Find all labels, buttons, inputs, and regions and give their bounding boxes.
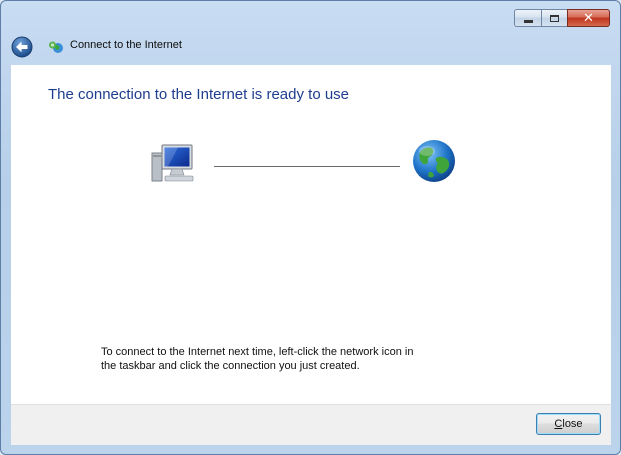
footer-bar: Close <box>11 404 611 445</box>
close-button[interactable]: Close <box>536 413 601 435</box>
back-arrow-icon <box>11 36 33 58</box>
minimize-icon <box>523 19 533 23</box>
instructions-text: To connect to the Internet next time, le… <box>101 345 413 373</box>
caption-buttons: ✕ <box>514 9 610 27</box>
connection-line <box>214 166 400 167</box>
dialog-window: ✕ Connect to the Internet The connection… <box>0 0 621 455</box>
window-close-button[interactable]: ✕ <box>567 9 610 27</box>
close-button-mnemonic: C <box>554 418 563 430</box>
content-area: The connection to the Internet is ready … <box>11 65 611 404</box>
maximize-button[interactable] <box>541 9 567 27</box>
window-title: Connect to the Internet <box>70 39 182 51</box>
instructions-line-2: the taskbar and click the connection you… <box>101 360 360 372</box>
instructions-line-1: To connect to the Internet next time, le… <box>101 346 414 358</box>
network-globe-icon <box>48 39 64 55</box>
maximize-icon <box>550 14 559 22</box>
close-icon: ✕ <box>583 10 594 26</box>
globe-icon <box>411 138 457 184</box>
computer-icon <box>150 139 200 189</box>
back-button[interactable] <box>11 36 33 58</box>
page-heading: The connection to the Internet is ready … <box>48 86 350 103</box>
minimize-button[interactable] <box>514 9 541 27</box>
close-button-label: lose <box>562 418 583 430</box>
